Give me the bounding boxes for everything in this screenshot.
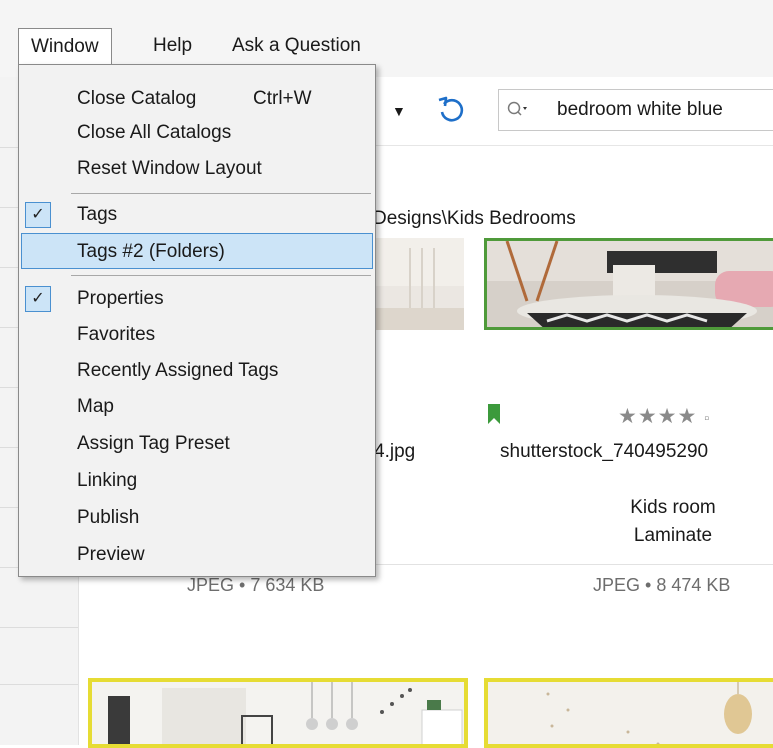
checkmark-icon: ✓ bbox=[25, 286, 51, 312]
file-meta: JPEG • 8 474 KB bbox=[593, 575, 731, 595]
menu-item-favorites[interactable]: Favorites bbox=[21, 317, 373, 353]
search-input[interactable]: bedroom white blue bbox=[557, 99, 723, 121]
menu-item-linking[interactable]: Linking bbox=[21, 463, 373, 499]
thumbnail-image-selected[interactable] bbox=[484, 238, 773, 330]
file-tag: Laminate bbox=[633, 525, 713, 546]
menu-item-tags[interactable]: ✓ Tags bbox=[21, 197, 373, 233]
menu-item-reset-window-layout[interactable]: Reset Window Layout bbox=[21, 151, 373, 187]
file-name: 4.jpg bbox=[374, 441, 416, 462]
file-tag: Kids room bbox=[630, 497, 716, 518]
shortcut-text: Ctrl+W bbox=[253, 88, 312, 109]
menu-item-close-all-catalogs[interactable]: Close All Catalogs bbox=[21, 115, 373, 151]
menu-item-properties[interactable]: ✓ Properties bbox=[21, 281, 373, 317]
file-meta: JPEG • 7 634 KB bbox=[187, 575, 325, 595]
search-field[interactable]: bedroom white blue bbox=[498, 89, 773, 131]
undo-icon[interactable] bbox=[436, 95, 466, 125]
window-menu: Close Catalog Ctrl+W Close All Catalogs … bbox=[18, 64, 376, 577]
menu-help[interactable]: Help bbox=[141, 28, 204, 64]
rating-stars[interactable]: ★★★★ ▫ bbox=[618, 404, 710, 429]
menu-ask-question[interactable]: Ask a Question bbox=[220, 28, 373, 64]
file-name: shutterstock_740495290 bbox=[500, 441, 709, 462]
menu-item-tags-2-folders[interactable]: Tags #2 (Folders) bbox=[21, 233, 373, 269]
bookmark-icon bbox=[488, 404, 500, 424]
menu-item-map[interactable]: Map bbox=[21, 389, 373, 425]
thumbnail-image[interactable] bbox=[88, 678, 468, 748]
menu-item-preview[interactable]: Preview bbox=[21, 537, 373, 573]
search-icon[interactable] bbox=[505, 98, 531, 122]
menu-item-publish[interactable]: Publish bbox=[21, 500, 373, 536]
menu-window[interactable]: Window bbox=[18, 28, 112, 64]
chevron-down-icon[interactable]: ▼ bbox=[392, 103, 406, 119]
thumbnail-image[interactable] bbox=[484, 678, 773, 748]
menu-item-close-catalog[interactable]: Close Catalog Ctrl+W bbox=[21, 81, 373, 117]
checkmark-icon: ✓ bbox=[25, 202, 51, 228]
menu-item-assign-tag-preset[interactable]: Assign Tag Preset bbox=[21, 426, 373, 462]
menu-item-recently-assigned-tags[interactable]: Recently Assigned Tags bbox=[21, 353, 373, 389]
folder-path: Designs\Kids Bedrooms bbox=[373, 208, 576, 229]
